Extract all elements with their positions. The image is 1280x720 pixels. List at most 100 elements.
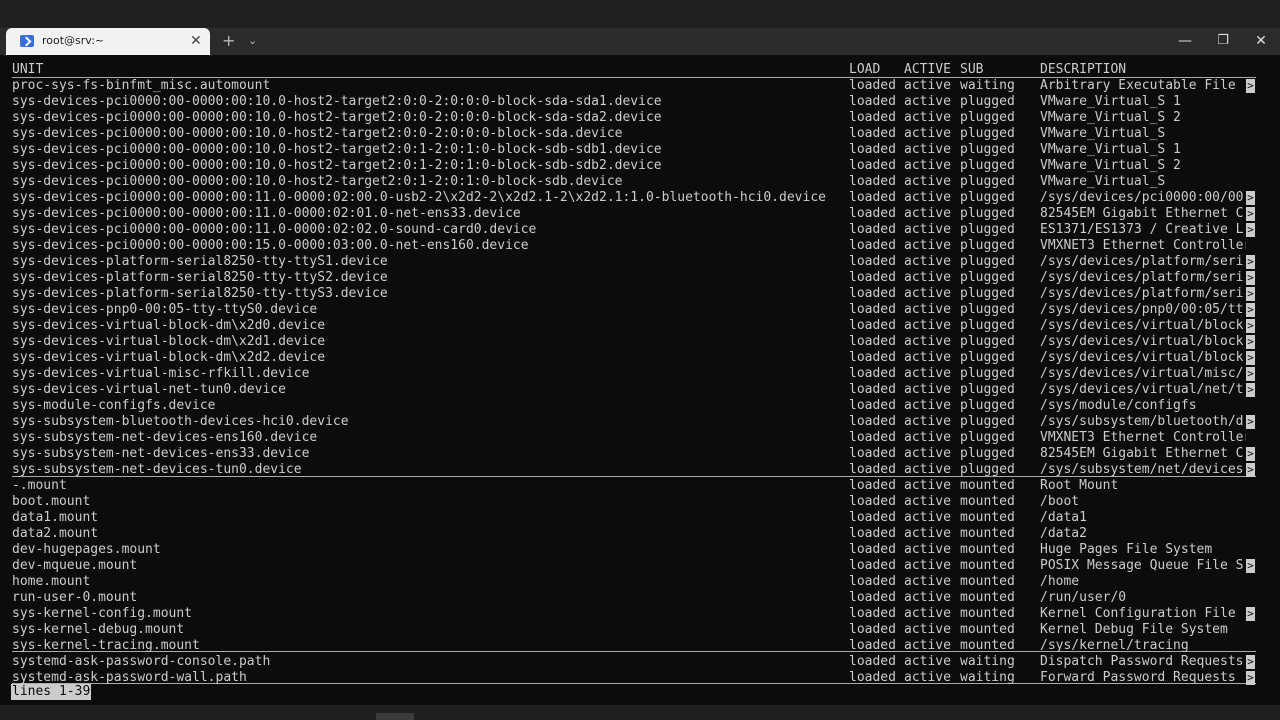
load-state: loaded [849, 270, 896, 285]
new-tab-button[interactable]: + [222, 31, 235, 51]
table-header: UNIT LOAD ACTIVE SUB DESCRIPTION [0, 62, 1280, 78]
header-unit: UNIT [12, 62, 44, 77]
load-state: loaded [849, 446, 896, 461]
active-state: active [904, 558, 951, 573]
load-state: loaded [849, 622, 896, 637]
unit-name: sys-devices-virtual-block-dm\x2d1.device [12, 334, 326, 349]
load-state: loaded [849, 334, 896, 349]
unit-name: sys-devices-virtual-misc-rfkill.device [12, 366, 310, 381]
unit-name: home.mount [12, 574, 91, 589]
load-state: loaded [849, 558, 896, 573]
unit-name: sys-devices-virtual-block-dm\x2d2.device [12, 350, 326, 365]
table-row: sys-kernel-debug.mount loaded active mounte… [0, 622, 1280, 638]
table-row: sys-subsystem-net-devices-ens33.device lo… [0, 446, 1280, 462]
load-state: loaded [849, 526, 896, 541]
active-state: active [904, 110, 951, 125]
close-window-button[interactable]: ✕ [1250, 31, 1272, 51]
table-row: sys-kernel-tracing.mount loaded active moun… [0, 638, 1280, 654]
table-row: sys-devices-platform-serial8250-tty-ttyS… [0, 270, 1280, 286]
tab-close-icon[interactable]: ✕ [190, 32, 202, 50]
active-state: active [904, 638, 951, 653]
sub-state: plugged [960, 318, 1015, 333]
table-row: dev-hugepages.mount loaded active mounted Hu… [0, 542, 1280, 558]
table-row: sys-kernel-config.mount loaded active mount… [0, 606, 1280, 622]
unit-description: VMware_Virtual_S 2 [1040, 158, 1181, 173]
tab-terminal[interactable]: root@srv:~ ✕ [6, 28, 210, 55]
truncation-marker: > [1246, 415, 1255, 429]
sub-state: waiting [960, 670, 1015, 685]
powershell-icon [20, 35, 34, 47]
unit-description: VMXNET3 Ethernet Controller [1040, 238, 1246, 253]
sub-state: plugged [960, 382, 1015, 397]
sub-state: plugged [960, 222, 1015, 237]
table-row: data2.mount loaded active mounted/data2 [0, 526, 1280, 542]
unit-name: sys-devices-platform-serial8250-tty-ttyS… [12, 286, 388, 301]
table-row: sys-devices-virtual-misc-rfkill.device lo… [0, 366, 1280, 382]
load-state: loaded [849, 670, 896, 685]
active-state: active [904, 414, 951, 429]
active-state: active [904, 318, 951, 333]
screen-top-band [0, 0, 1280, 28]
unit-description: VMware_Virtual_S 2 [1040, 110, 1181, 125]
unit-name: sys-subsystem-bluetooth-devices-hci0.dev… [12, 414, 349, 429]
sub-state: waiting [960, 654, 1015, 669]
unit-description: /sys/subsystem/bluetooth/d [1040, 414, 1244, 429]
active-state: active [904, 126, 951, 141]
load-state: loaded [849, 254, 896, 269]
active-state: active [904, 574, 951, 589]
active-state: active [904, 478, 951, 493]
sub-state: plugged [960, 366, 1015, 381]
active-state: active [904, 78, 951, 93]
truncation-marker: > [1246, 383, 1255, 397]
sub-state: plugged [960, 174, 1015, 189]
load-state: loaded [849, 238, 896, 253]
table-row: sys-devices-virtual-block-dm\x2d0.device… [0, 318, 1280, 334]
unit-description: /sys/devices/virtual/block [1040, 334, 1244, 349]
unit-description: /home [1040, 574, 1080, 589]
load-state: loaded [849, 606, 896, 621]
active-state: active [904, 446, 951, 461]
truncation-marker: > [1246, 79, 1255, 93]
unit-description: VMware_Virtual_S 1 [1040, 142, 1181, 157]
unit-description: /run/user/0 [1040, 590, 1127, 605]
load-state: loaded [849, 222, 896, 237]
table-row: sys-devices-platform-serial8250-tty-ttyS… [0, 286, 1280, 302]
active-state: active [904, 158, 951, 173]
terminal-output[interactable]: UNIT LOAD ACTIVE SUB DESCRIPTION proc-sy… [0, 55, 1280, 705]
header-description: DESCRIPTION [1040, 62, 1127, 77]
unit-name: run-user-0.mount [12, 590, 138, 605]
active-state: active [904, 270, 951, 285]
unit-name: boot.mount [12, 494, 91, 509]
sub-state: mounted [960, 590, 1015, 605]
table-row: sys-devices-virtual-net-tun0.device loade… [0, 382, 1280, 398]
truncation-marker: > [1246, 671, 1255, 685]
unit-description: VMware_Virtual_S 1 [1040, 94, 1181, 109]
table-row: sys-devices-pci0000:00-0000:00:10.0-host… [0, 142, 1280, 158]
load-state: loaded [849, 94, 896, 109]
table-row: boot.mount loaded active mounted/boot [0, 494, 1280, 510]
pager-status: lines 1-39 [11, 684, 92, 700]
unit-name: sys-devices-pci0000:00-0000:00:10.0-host… [12, 126, 623, 141]
minimize-button[interactable]: — [1174, 31, 1196, 51]
unit-name: proc-sys-fs-binfmt_misc.automount [12, 78, 271, 93]
active-state: active [904, 510, 951, 525]
active-state: active [904, 190, 951, 205]
taskbar-terminal-item[interactable] [376, 713, 414, 720]
unit-description: VMware_Virtual_S [1040, 126, 1166, 141]
table-row: sys-devices-pci0000:00-0000:00:11.0-0000… [0, 206, 1280, 222]
load-state: loaded [849, 398, 896, 413]
load-state: loaded [849, 494, 896, 509]
table-row: sys-devices-pci0000:00-0000:00:10.0-host… [0, 94, 1280, 110]
load-state: loaded [849, 158, 896, 173]
active-state: active [904, 542, 951, 557]
maximize-button[interactable]: ❐ [1212, 31, 1234, 51]
sub-state: waiting [960, 78, 1015, 93]
truncation-marker: > [1246, 351, 1255, 365]
active-state: active [904, 206, 951, 221]
active-state: active [904, 622, 951, 637]
unit-description: 82545EM Gigabit Ethernet C [1040, 206, 1244, 221]
table-row: sys-devices-pci0000:00-0000:00:10.0-host… [0, 158, 1280, 174]
unit-name: sys-subsystem-net-devices-tun0.device [12, 462, 302, 477]
chevron-down-icon[interactable]: ⌄ [248, 32, 257, 50]
sub-state: plugged [960, 94, 1015, 109]
